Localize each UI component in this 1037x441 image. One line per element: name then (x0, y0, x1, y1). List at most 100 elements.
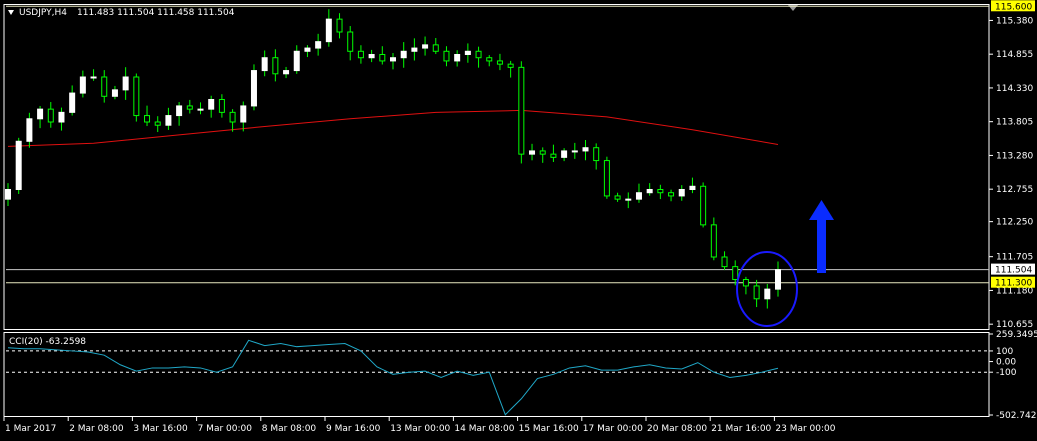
price-tag-label: 111.504 (995, 266, 1032, 276)
candle-49 (529, 143, 536, 161)
candle-35 (379, 46, 386, 65)
candle-51 (550, 144, 557, 162)
symbol-label: USDJPY,H4 (19, 8, 67, 18)
candle-33 (357, 45, 364, 64)
candle-body (165, 115, 172, 126)
time-tick-label: 9 Mar 16:00 (326, 424, 381, 434)
price-tick-label: 111.705 (996, 253, 1033, 263)
candle-body (422, 44, 429, 49)
candle-52 (561, 148, 568, 162)
candle-body (133, 76, 140, 117)
candle-body (154, 121, 161, 126)
candle-body (336, 18, 343, 33)
candle-22 (240, 101, 247, 132)
time-tick-label: 8 Mar 08:00 (262, 424, 317, 434)
candle-body (186, 105, 193, 110)
candle-body (775, 269, 781, 290)
candle-body (261, 57, 268, 72)
candle-16 (176, 102, 183, 126)
time-tick-label: 3 Mar 16:00 (133, 424, 188, 434)
candle-50 (539, 147, 546, 163)
price-tick-label: 115.380 (996, 16, 1033, 26)
candle-1 (15, 137, 22, 194)
candle-6 (69, 85, 76, 116)
candle-body (678, 189, 685, 197)
candle-body (507, 63, 514, 68)
candle-8 (90, 69, 97, 81)
collapse-triangle-icon[interactable] (8, 10, 14, 15)
candle-23 (250, 64, 257, 111)
candle-body (582, 147, 589, 152)
candle-body (635, 192, 642, 200)
candle-60 (646, 183, 653, 196)
candle-10 (111, 85, 118, 100)
candle-body (368, 54, 375, 59)
candle-body (721, 256, 728, 268)
candle-70 (753, 279, 760, 308)
price-tick-label: 114.330 (996, 84, 1033, 94)
candle-body (69, 92, 76, 113)
candle-38 (411, 38, 418, 61)
price-tick-label: 110.655 (996, 320, 1033, 330)
candle-body (26, 118, 33, 142)
candle-9 (101, 70, 108, 103)
candle-36 (390, 53, 396, 70)
cci-tick-label: 0.00 (996, 358, 1016, 368)
cci-plot-frame (3, 332, 990, 417)
cci-line (7, 339, 779, 416)
candle-64 (689, 177, 696, 194)
time-tick-label: 17 Mar 00:00 (583, 424, 643, 434)
time-tick-label: 7 Mar 00:00 (198, 424, 253, 434)
candle-body (347, 31, 354, 52)
horizontal-lines (6, 5, 989, 284)
candle-67 (721, 251, 728, 271)
candle-61 (657, 184, 664, 200)
candle-body (229, 111, 236, 123)
candle-48 (518, 61, 525, 164)
candle-15 (165, 107, 172, 130)
candle-body (518, 66, 525, 155)
price-tick-label: 114.855 (996, 50, 1033, 60)
candle-body (283, 70, 290, 75)
candle-body (700, 185, 707, 226)
candle-44 (475, 46, 482, 68)
candle-body (293, 50, 300, 72)
candle-body (571, 150, 578, 153)
candle-30 (325, 9, 332, 47)
candle-body (454, 54, 461, 62)
candle-body (218, 99, 225, 113)
cci-axis: 259.3495 1000.00-100 -502.7421 (989, 330, 1037, 421)
price-chart[interactable]: USDJPY,H4 111.483 111.504 111.458 111.50… (0, 0, 1037, 441)
cci-indicator (6, 339, 989, 416)
time-tick-label: 14 Mar 08:00 (454, 424, 514, 434)
candle-body (603, 160, 610, 197)
candle-body (90, 76, 97, 79)
candle-42 (454, 50, 461, 67)
candle-body (668, 192, 675, 197)
candle-26 (283, 66, 290, 79)
candle-body (539, 150, 546, 155)
candle-body (464, 50, 471, 55)
candle-body (58, 111, 65, 123)
candle-body (753, 285, 760, 300)
candle-59 (635, 183, 642, 203)
candle-37 (400, 42, 407, 68)
candle-body (101, 76, 108, 97)
price-tick-label: 112.755 (996, 185, 1033, 195)
candle-47 (507, 60, 514, 78)
price-axis: 115.380 114.855 114.330 113.805 113.280 112.7… (989, 0, 1035, 330)
candle-43 (464, 43, 471, 63)
candle-40 (432, 38, 439, 55)
candle-17 (186, 99, 193, 114)
candle-body (250, 70, 257, 107)
price-tick-label: 112.250 (996, 218, 1033, 228)
main-plot-frame (3, 4, 990, 330)
candle-71 (764, 283, 771, 309)
candles (5, 9, 781, 309)
candle-body (432, 44, 439, 52)
candle-28 (304, 45, 311, 58)
candle-body (240, 105, 247, 123)
candle-body (496, 60, 503, 65)
ohlc-label: 111.483 111.504 111.458 111.504 (77, 8, 235, 18)
candle-27 (293, 45, 300, 74)
